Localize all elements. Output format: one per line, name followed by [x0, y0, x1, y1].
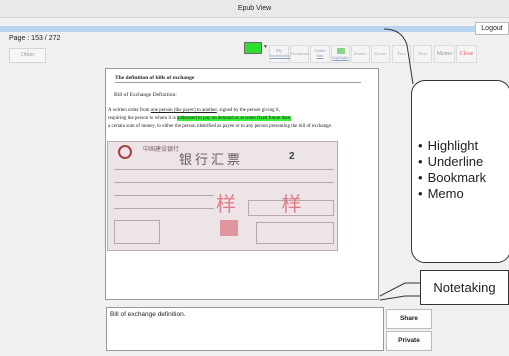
close-button[interactable]: Close — [456, 45, 477, 63]
cheque-image: 中国建设银行 银行汇票 2 样 样 — [107, 141, 338, 251]
logout-button[interactable]: Logout — [475, 22, 509, 35]
page-title: The definition of bills of exchange — [115, 75, 361, 83]
share-button[interactable]: Share — [386, 309, 432, 329]
feature-underline: Underline — [418, 154, 486, 170]
bank-logo-icon — [118, 145, 132, 159]
text-span: A written order from — [108, 108, 151, 113]
cheque-rule — [114, 195, 214, 196]
underlined-text[interactable]: one person (the payer) to another — [151, 108, 217, 113]
text-span: requiring the person to whom it is — [108, 116, 178, 121]
text-span: , signed by the person giving it, — [216, 108, 280, 113]
other-button[interactable]: Other — [9, 48, 46, 63]
page-text[interactable]: A written order from one person (the pay… — [108, 107, 376, 131]
cheque-number: 2 — [289, 151, 295, 162]
feature-list: Highlight Underline Bookmark Memo — [418, 138, 487, 202]
zoom-in-button[interactable]: Zoom+ — [351, 45, 370, 63]
book-page[interactable]: The definition of bills of exchange Bill… — [105, 68, 379, 300]
cheque-signature-box — [256, 222, 334, 244]
memo-textarea[interactable]: Bill of exchange definition. — [106, 307, 384, 351]
chevron-down-icon[interactable]: ▼ — [263, 42, 268, 54]
cheque-corner-box — [114, 220, 160, 244]
red-seal — [220, 220, 238, 236]
underline-button[interactable]: Under line — [310, 45, 330, 63]
prev-page-button[interactable]: Prev — [392, 45, 411, 63]
feature-callout: Highlight Underline Bookmark Memo — [411, 80, 509, 263]
cheque-rule — [114, 169, 334, 170]
notetaking-label: Notetaking — [420, 270, 509, 305]
highlight-color-picker[interactable] — [244, 42, 262, 54]
highlight-icon — [336, 48, 345, 54]
text-line[interactable]: a certain sum of money, to either the pe… — [108, 123, 376, 131]
page-subtitle: Bill of Exchange Definition: — [114, 92, 177, 98]
highlighted-text[interactable]: addressed to pay on demand or at some fi… — [177, 116, 292, 121]
text-line[interactable]: requiring the person to whom it is addre… — [108, 115, 376, 123]
feature-memo: Memo — [418, 186, 486, 202]
window-title: Epub View — [0, 0, 509, 18]
cheque-rule — [114, 208, 214, 209]
next-page-button[interactable]: Next — [413, 45, 432, 63]
highlight-label: highlight — [332, 55, 349, 60]
cheque-rule — [114, 182, 334, 183]
header-bar — [0, 26, 509, 32]
feature-highlight: Highlight — [418, 138, 486, 154]
page-indicator: Page : 153 / 272 — [9, 35, 61, 42]
cheque-title: 银行汇票 — [179, 152, 244, 167]
cheque-bank-name: 中国建设银行 — [143, 147, 180, 153]
underline-label-2: line — [316, 53, 324, 58]
my-bookmarks-button[interactable]: My bookmarks — [269, 45, 290, 63]
highlight-button[interactable]: highlight — [331, 45, 350, 63]
my-bookmarks-label-2: bookmarks — [270, 53, 290, 58]
feature-bookmark: Bookmark — [418, 170, 487, 186]
specimen-stamp: 样 样 — [216, 194, 322, 216]
memo-button[interactable]: Memo — [434, 45, 455, 63]
text-line[interactable]: A written order from one person (the pay… — [108, 107, 376, 115]
bookmark-button[interactable]: bookmark — [290, 45, 309, 63]
zoom-out-button[interactable]: Zoom- — [371, 45, 390, 63]
private-button[interactable]: Private — [386, 331, 432, 351]
